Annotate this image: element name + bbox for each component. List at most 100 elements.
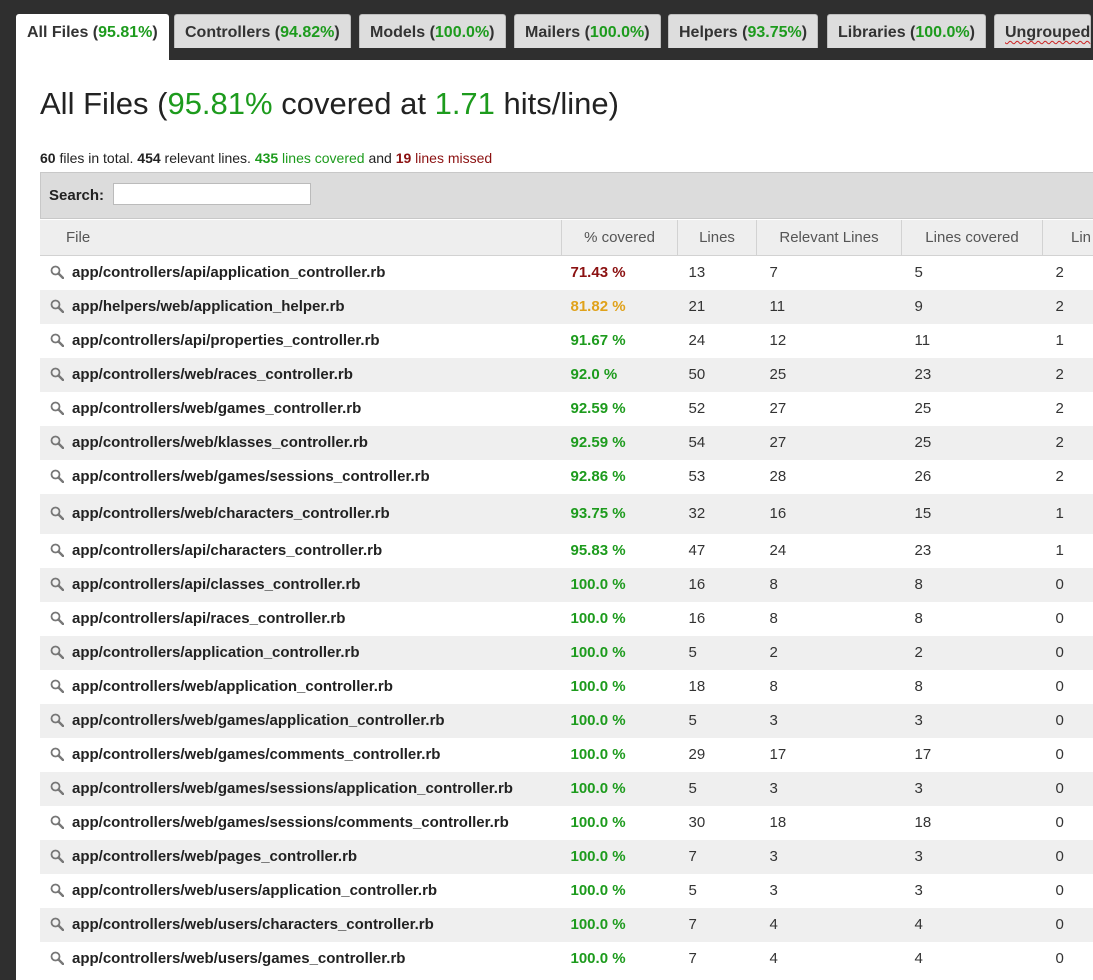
file-link[interactable]: app/controllers/web/application_controll… (72, 678, 393, 695)
tab-label: Helpers (679, 24, 738, 41)
file-link[interactable]: app/controllers/web/games/sessions/appli… (72, 780, 513, 797)
file-cell[interactable]: app/controllers/api/properties_controlle… (40, 324, 562, 358)
tab-models[interactable]: Models (100.0%) (359, 14, 506, 48)
magnifier-icon[interactable] (50, 543, 64, 557)
lines-cell: 21 (688, 298, 706, 315)
file-cell[interactable]: app/controllers/api/characters_controlle… (40, 534, 562, 568)
magnifier-icon[interactable] (50, 679, 64, 693)
tab-libraries[interactable]: Libraries (100.0%) (827, 14, 986, 48)
file-link[interactable]: app/controllers/api/properties_controlle… (72, 332, 380, 349)
coverage-cell: 100.0 % (570, 916, 626, 933)
magnifier-icon[interactable] (50, 611, 64, 625)
magnifier-icon[interactable] (50, 333, 64, 347)
file-link[interactable]: app/controllers/web/races_controller.rb (72, 366, 353, 383)
file-cell[interactable]: app/controllers/application_controller.r… (40, 636, 562, 670)
magnifier-icon[interactable] (50, 951, 64, 965)
file-cell[interactable]: app/controllers/api/application_controll… (40, 256, 562, 290)
lines-cell: 53 (688, 468, 706, 485)
file-link[interactable]: app/controllers/web/users/characters_con… (72, 916, 434, 933)
tab-ungrouped[interactable]: Ungrouped (994, 14, 1092, 48)
column-header-relevant-lines[interactable]: Relevant Lines (756, 220, 902, 256)
column-header-file[interactable]: File (40, 220, 562, 256)
file-cell[interactable]: app/controllers/web/users/application_co… (40, 874, 562, 908)
magnifier-icon[interactable] (50, 435, 64, 449)
file-cell[interactable]: app/helpers/web/application_helper.rb (40, 290, 562, 324)
magnifier-icon[interactable] (50, 299, 64, 313)
file-cell[interactable]: app/controllers/web/klasses_controller.r… (40, 426, 562, 460)
file-link[interactable]: app/controllers/web/pages_controller.rb (72, 848, 357, 865)
magnifier-icon[interactable] (50, 883, 64, 897)
file-cell[interactable]: app/controllers/web/games/sessions/comme… (40, 806, 562, 840)
magnifier-icon[interactable] (50, 506, 64, 520)
magnifier-icon[interactable] (50, 469, 64, 483)
tab-helpers[interactable]: Helpers (93.75%) (668, 14, 819, 48)
file-link[interactable]: app/helpers/web/application_helper.rb (72, 298, 345, 315)
lines-covered-cell: 4 (914, 916, 923, 933)
file-cell[interactable]: app/controllers/web/users/games_controll… (40, 942, 562, 976)
file-cell[interactable]: app/controllers/web/characters_controlle… (40, 494, 562, 534)
file-cell[interactable]: app/controllers/web/users/characters_con… (40, 908, 562, 942)
coverage-cell: 92.86 % (570, 468, 626, 485)
magnifier-icon[interactable] (50, 367, 64, 381)
lines-cell: 7 (688, 916, 697, 933)
tab-all-files[interactable]: All Files (95.81%) (16, 14, 169, 60)
file-cell[interactable]: app/controllers/web/games_controller.rb (40, 392, 562, 426)
relevant-lines-cell: 8 (769, 576, 778, 593)
file-link[interactable]: app/controllers/web/characters_controlle… (72, 505, 390, 522)
magnifier-icon[interactable] (50, 815, 64, 829)
file-link[interactable]: app/controllers/application_controller.r… (72, 644, 360, 661)
file-cell[interactable]: app/controllers/web/games/comments_contr… (40, 738, 562, 772)
relevant-lines-cell: 4 (769, 950, 778, 967)
file-link[interactable]: app/controllers/web/games/comments_contr… (72, 746, 440, 763)
magnifier-icon[interactable] (50, 401, 64, 415)
magnifier-icon[interactable] (50, 713, 64, 727)
magnifier-icon[interactable] (50, 917, 64, 931)
column-header-lines[interactable]: Lines (677, 220, 757, 256)
file-link[interactable]: app/controllers/web/games/application_co… (72, 712, 445, 729)
file-cell[interactable]: app/controllers/web/games/sessions_contr… (40, 460, 562, 494)
coverage-cell: 100.0 % (570, 780, 626, 797)
file-link[interactable]: app/controllers/web/klasses_controller.r… (72, 434, 368, 451)
tab-controllers[interactable]: Controllers (94.82%) (174, 14, 351, 48)
lines-missed-cell: 1 (1055, 332, 1064, 349)
file-link[interactable]: app/controllers/api/classes_controller.r… (72, 576, 360, 593)
magnifier-icon[interactable] (50, 265, 64, 280)
table-row: app/controllers/web/users/characters_con… (40, 907, 1093, 942)
magnifier-icon[interactable] (50, 645, 64, 659)
search-input[interactable] (113, 183, 311, 205)
file-link[interactable]: app/controllers/web/games/sessions/comme… (72, 814, 509, 831)
tab-label: Models (370, 24, 426, 41)
total-coverage: 95.81% (167, 86, 273, 121)
magnifier-icon[interactable] (50, 849, 64, 863)
file-link[interactable]: app/controllers/web/users/application_co… (72, 882, 437, 899)
file-link[interactable]: app/controllers/web/games_controller.rb (72, 400, 361, 417)
file-link[interactable]: app/controllers/api/races_controller.rb (72, 610, 345, 627)
tab-mailers[interactable]: Mailers (100.0%) (514, 14, 661, 48)
file-cell[interactable]: app/controllers/web/races_controller.rb (40, 358, 562, 392)
file-link[interactable]: app/controllers/web/users/games_controll… (72, 950, 405, 967)
file-cell[interactable]: app/controllers/web/application_controll… (40, 670, 562, 704)
file-link[interactable]: app/controllers/web/games/sessions_contr… (72, 468, 430, 485)
lines-missed-cell: 0 (1055, 644, 1064, 661)
lines-covered-cell: 23 (914, 366, 932, 383)
tab-label: All Files (27, 24, 89, 41)
coverage-page: All Files (95.81%) Controllers (94.82%) … (16, 0, 1093, 980)
magnifier-icon[interactable] (50, 577, 64, 591)
lines-missed-cell: 0 (1055, 712, 1064, 729)
tab-label: Libraries (838, 24, 906, 41)
coverage-cell: 71.43 % (570, 264, 626, 282)
file-cell[interactable]: app/controllers/api/classes_controller.r… (40, 568, 562, 602)
column-header-covered[interactable]: % covered (561, 220, 678, 256)
column-header-lines-missed[interactable]: Lin (1042, 220, 1093, 256)
file-cell[interactable]: app/controllers/api/races_controller.rb (40, 602, 562, 636)
file-link[interactable]: app/controllers/api/characters_controlle… (72, 542, 382, 559)
column-header-lines-covered[interactable]: Lines covered (901, 220, 1043, 256)
file-link[interactable]: app/controllers/api/application_controll… (72, 264, 385, 281)
file-cell[interactable]: app/controllers/web/games/application_co… (40, 704, 562, 738)
magnifier-icon[interactable] (50, 747, 64, 761)
magnifier-icon[interactable] (50, 781, 64, 795)
lines-missed-cell: 2 (1055, 400, 1064, 417)
file-cell[interactable]: app/controllers/web/pages_controller.rb (40, 840, 562, 874)
coverage-cell: 100.0 % (570, 746, 626, 763)
file-cell[interactable]: app/controllers/web/games/sessions/appli… (40, 772, 562, 806)
